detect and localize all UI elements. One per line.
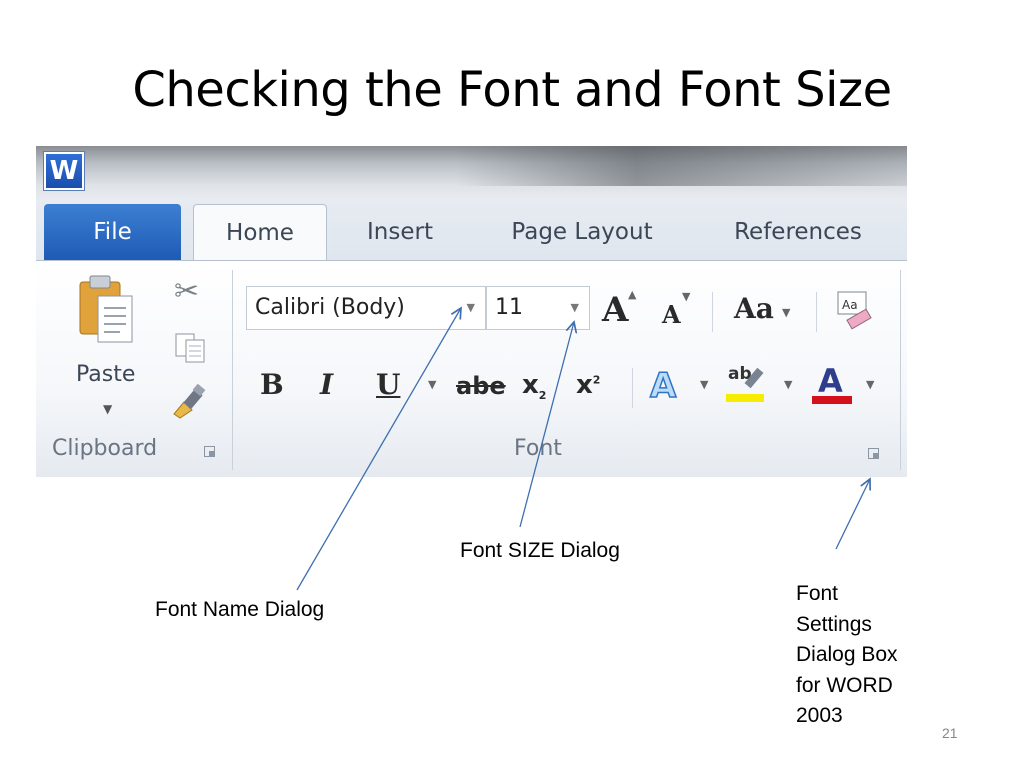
chevron-down-icon[interactable]: ▼	[866, 378, 874, 391]
font-size-combo[interactable]: 11 ▼	[486, 286, 590, 330]
bold-button[interactable]: B	[260, 368, 284, 401]
text-effects-button[interactable]: A	[649, 365, 677, 407]
format-painter-icon[interactable]	[170, 384, 210, 420]
strikethrough-button[interactable]: abe	[456, 372, 506, 400]
annotation-line: Dialog Box	[796, 643, 898, 666]
font-color-button[interactable]: A	[812, 362, 854, 404]
tab-references[interactable]: References	[718, 204, 878, 260]
tab-page-layout[interactable]: Page Layout	[498, 204, 666, 260]
svg-text:Aa: Aa	[842, 298, 858, 312]
font-settings-arrow	[835, 479, 870, 550]
ribbon-screenshot: W File Home Insert Page Layout Reference…	[36, 146, 907, 477]
title-bar-background	[456, 146, 907, 186]
chevron-down-icon[interactable]: ▼	[784, 378, 792, 391]
tab-insert[interactable]: Insert	[348, 204, 452, 260]
word-app-icon[interactable]: W	[44, 152, 84, 190]
toolbar-separator	[816, 292, 817, 332]
group-separator	[900, 270, 901, 470]
subscript-label: x	[522, 370, 539, 400]
chevron-down-icon[interactable]: ▼	[700, 378, 708, 391]
chevron-down-icon[interactable]: ▼	[782, 306, 790, 319]
annotation-line: Settings	[796, 612, 872, 636]
chevron-down-icon[interactable]: ▼	[428, 378, 436, 391]
clipboard-group-label: Clipboard	[52, 436, 158, 461]
font-group-label: Font	[514, 436, 562, 461]
font-dialog-launcher-icon[interactable]	[868, 448, 879, 459]
paste-icon[interactable]	[76, 274, 138, 346]
subscript-button[interactable]: x2	[522, 370, 546, 402]
clear-formatting-icon[interactable]: Aa	[832, 290, 878, 332]
scissors-icon[interactable]: ✂	[174, 274, 199, 309]
font-name-combo[interactable]: Calibri (Body) ▼	[246, 286, 486, 330]
copy-icon[interactable]	[174, 332, 208, 364]
highlight-color-bar	[726, 394, 764, 402]
italic-button[interactable]: I	[320, 368, 333, 401]
slide-title: Checking the Font and Font Size	[132, 62, 892, 118]
chevron-down-icon[interactable]: ▼	[571, 287, 579, 329]
chevron-down-icon[interactable]: ▼	[103, 402, 112, 416]
font-name-value: Calibri (Body)	[255, 295, 405, 320]
superscript-button[interactable]: x2	[576, 370, 600, 400]
underline-button[interactable]: U	[376, 368, 400, 401]
annotation-line: for WORD	[796, 673, 893, 697]
change-case-button[interactable]: Aa	[734, 292, 774, 325]
font-size-value: 11	[495, 295, 523, 320]
font-name-annotation: Font Name Dialog	[155, 598, 325, 621]
annotation-line: Font	[796, 582, 839, 605]
font-size-annotation: Font SIZE Dialog	[460, 539, 620, 562]
toolbar-separator	[632, 368, 633, 408]
group-separator	[232, 270, 233, 470]
clipboard-dialog-launcher-icon[interactable]	[204, 446, 215, 457]
highlight-button[interactable]: ab	[726, 364, 768, 404]
subscript-mark: 2	[538, 389, 547, 403]
tab-home[interactable]: Home	[193, 204, 327, 260]
grow-arrow-icon: ▲	[628, 288, 637, 301]
paste-button[interactable]: Paste	[76, 362, 135, 387]
tab-file[interactable]: File	[44, 204, 181, 260]
pen-icon	[744, 367, 764, 389]
font-color-bar	[812, 396, 852, 404]
annotation-line: 2003	[796, 704, 843, 727]
shrink-font-button[interactable]: A	[662, 300, 681, 329]
title-bar: W	[36, 146, 907, 202]
chevron-down-icon[interactable]: ▼	[467, 287, 475, 329]
grow-font-button[interactable]: A	[602, 290, 628, 330]
superscript-label: x	[576, 370, 593, 400]
toolbar-separator	[712, 292, 713, 332]
font-settings-annotation: Font Settings Dialog Box for WORD 2003	[796, 579, 898, 732]
page-number: 21	[942, 725, 958, 741]
font-color-label: A	[818, 362, 843, 400]
shrink-arrow-icon: ▼	[682, 290, 691, 303]
superscript-mark: 2	[592, 373, 601, 387]
